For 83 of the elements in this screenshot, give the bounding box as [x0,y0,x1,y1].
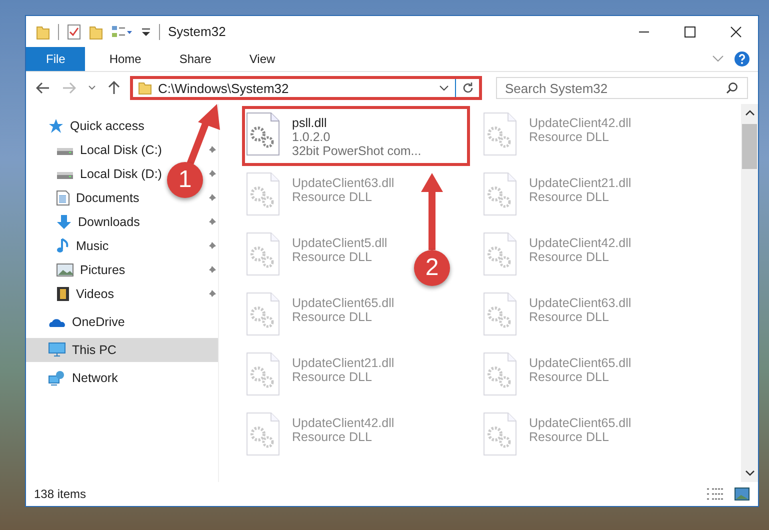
file-text: Resource DLL [529,310,610,324]
download-arrow-icon [56,214,72,230]
file-text: UpdateClient63.dll [292,176,394,190]
nav-item[interactable]: Downloads [26,210,144,234]
pin-icon[interactable] [207,145,217,155]
file-text: Resource DLL [529,370,610,384]
scroll-down-icon[interactable] [744,470,754,476]
file-text: UpdateClient42.dll [292,416,394,430]
address-path: C:\Windows\System32 [158,80,290,96]
up-arrow-icon[interactable] [108,81,120,95]
file-text: Resource DLL [292,310,373,324]
file-text: UpdateClient5.dll [292,236,388,250]
pin-icon[interactable] [207,217,217,227]
scrollbar-thumb[interactable] [742,124,757,169]
properties-icon [67,24,81,40]
file-text: UpdateClient63.dll [529,296,632,310]
picture-icon [56,263,74,277]
new-folder-icon [89,24,103,40]
nav-item[interactable]: Local Disk (D:) [26,162,166,186]
film-strip-icon [56,286,70,302]
dll-file-icon[interactable] [246,112,280,156]
nav-item[interactable]: Quick access [26,114,148,138]
cloud-icon [48,316,66,328]
pin-icon[interactable] [207,265,217,275]
pin-icon[interactable] [207,169,217,179]
file-text: Resource DLL [292,250,373,264]
file-text: Resource DLL [529,250,610,264]
file-text: Resource DLL [292,370,373,384]
nav-item[interactable]: This PC [26,338,218,362]
nav-item[interactable]: Network [26,366,122,390]
nav-item[interactable]: Pictures [26,258,130,282]
file-text: Resource DLL [529,430,610,444]
nav-item[interactable]: Documents [26,186,144,210]
music-note-icon [56,238,70,254]
document-icon [56,190,70,206]
file-text: UpdateClient65.dll [292,296,394,310]
file-text: Resource DLL [292,430,373,444]
close-icon[interactable] [730,26,742,38]
folder-icon [138,81,152,95]
file-text: UpdateClient21.dll [292,356,394,370]
recent-dropdown-icon[interactable] [88,85,96,91]
search-icon[interactable] [726,82,738,94]
file-text: UpdateClient65.dll [529,416,632,430]
window-title: System32 [168,24,226,39]
file-text: 1.0.2.0 [292,130,332,144]
forward-arrow-icon[interactable] [62,82,76,94]
file-text: Resource DLL [529,190,610,204]
file-text: UpdateClient42.dll [529,116,632,130]
pin-icon[interactable] [207,241,217,251]
network-icon [48,370,66,386]
file-text: UpdateClient21.dll [529,176,632,190]
pin-icon[interactable] [207,193,217,203]
address-bar[interactable]: C:\Windows\System32 [130,76,482,100]
file-text: psll.dll [292,116,328,130]
nav-item[interactable]: Videos [26,282,118,306]
nav-item[interactable]: Local Disk (C:) [26,138,166,162]
file-text: Resource DLL [292,190,373,204]
file-text: 32bit PowerShot com... [292,144,422,158]
help-icon[interactable] [734,51,750,67]
chevron-down-icon[interactable] [439,85,449,91]
search-field[interactable]: Search System32 [496,77,748,99]
file-text: Resource DLL [529,130,610,144]
file-text: UpdateClient65.dll [529,356,632,370]
annotation-arrow [186,104,220,166]
star-icon [48,118,64,134]
maximize-icon[interactable] [684,26,696,38]
back-arrow-icon[interactable] [36,82,50,94]
thumbnail-view-icon[interactable] [734,487,750,501]
file-text: UpdateClient42.dll [529,236,632,250]
view-options-icon [111,24,133,38]
folder-icon [36,24,50,40]
pin-icon[interactable] [207,289,217,299]
scroll-up-icon[interactable] [744,110,754,116]
dropdown-icon[interactable] [141,26,151,38]
item-count: 138 items [34,487,86,501]
nav-item[interactable]: OneDrive [26,310,129,334]
nav-item[interactable]: Music [26,234,113,258]
ribbon-tab[interactable]: Share [165,47,226,71]
monitor-icon [48,342,66,358]
ribbon-tab[interactable]: Home [95,47,156,71]
details-view-icon[interactable] [706,487,724,501]
ribbon-tab[interactable]: View [235,47,290,71]
refresh-icon[interactable] [462,82,474,94]
